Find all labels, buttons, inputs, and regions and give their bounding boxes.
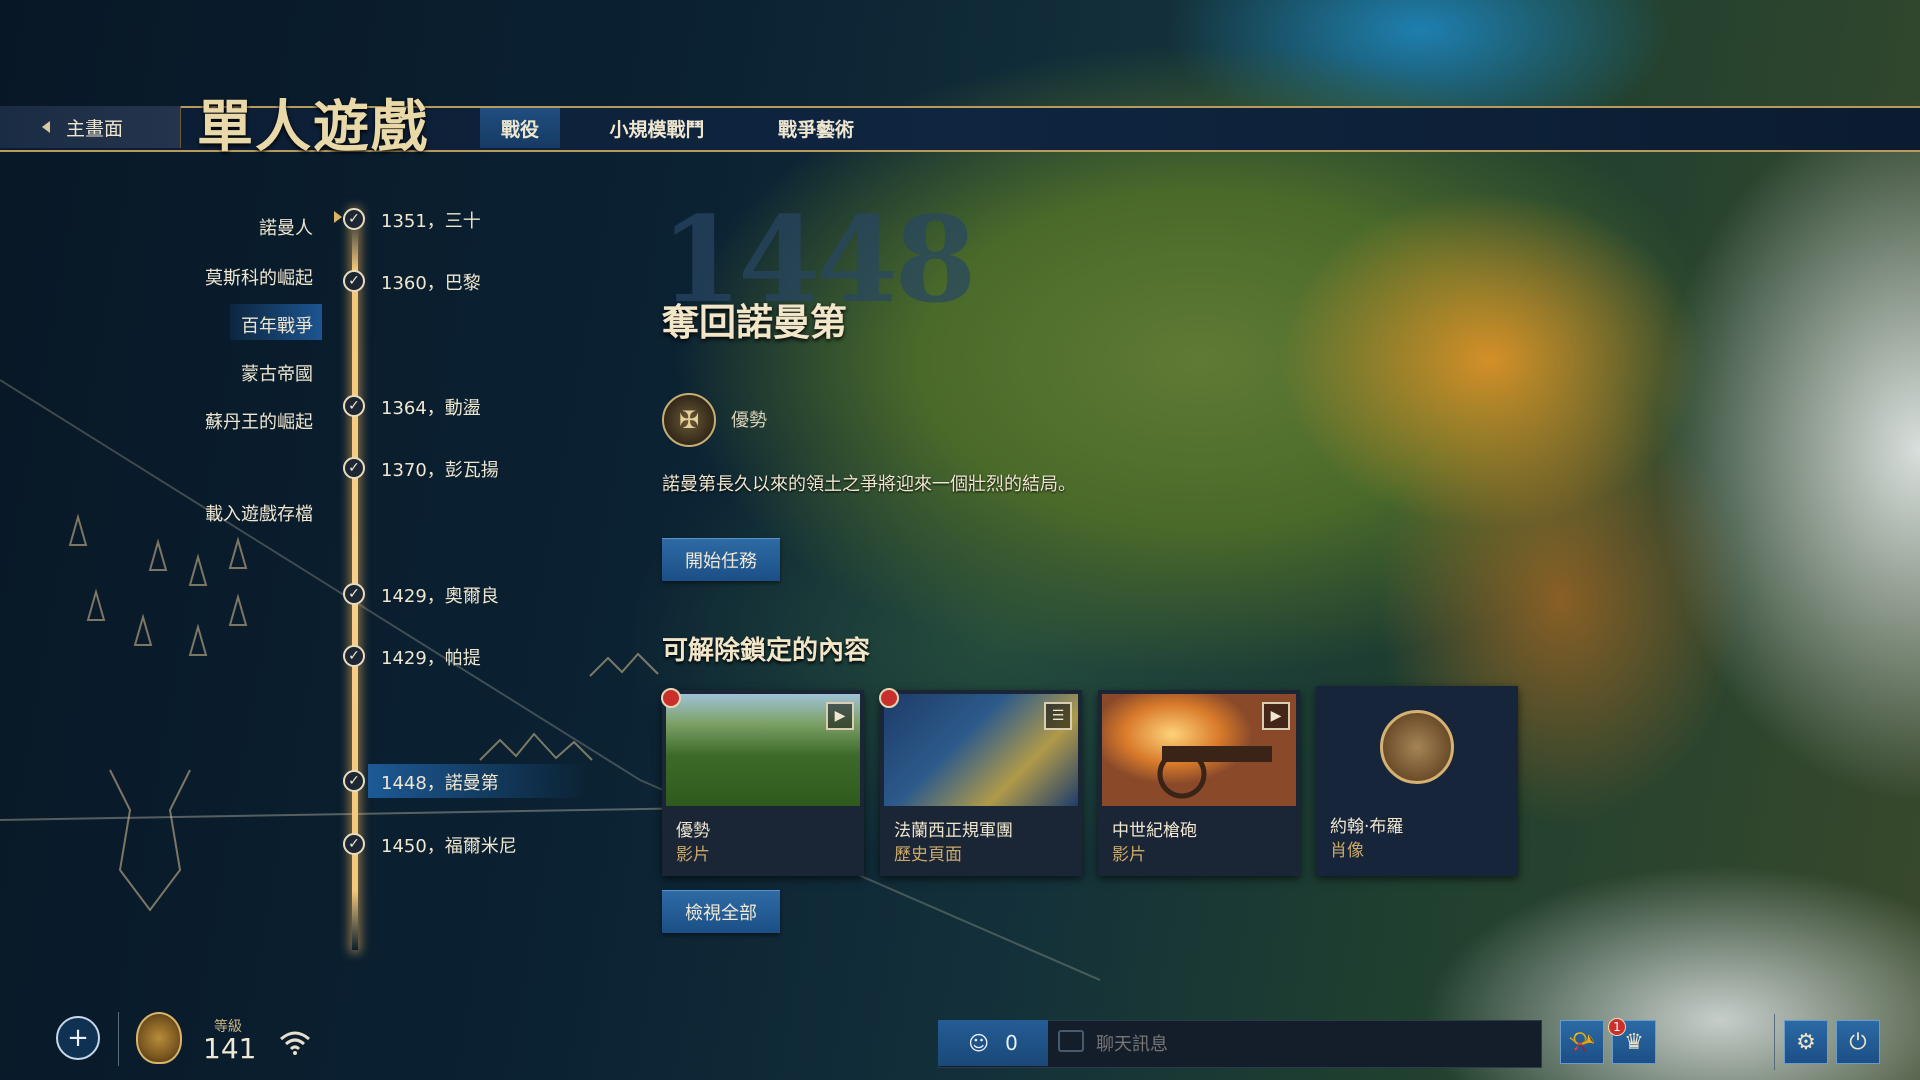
card-type: 歷史頁面 xyxy=(894,845,962,865)
current-campaign-arrow-icon xyxy=(334,211,342,223)
card-title: 約翰·布羅 xyxy=(1330,817,1404,837)
unlock-card[interactable]: ▶ 中世紀槍砲 影片 xyxy=(1098,690,1300,876)
view-all-button[interactable]: 檢視全部 xyxy=(662,890,780,933)
play-icon: ▶ xyxy=(826,702,854,730)
check-icon: ✓ xyxy=(343,395,365,417)
notification-badge: 1 xyxy=(1608,1018,1626,1036)
card-type: 影片 xyxy=(676,845,710,865)
campaign-item-hundred-years-war[interactable]: 百年戰爭 xyxy=(241,312,313,338)
mission-1450[interactable]: 1450，福爾米尼 xyxy=(381,832,517,858)
card-title: 優勢 xyxy=(676,821,710,841)
mission-1448[interactable]: 1448，諾曼第 xyxy=(381,769,499,795)
mission-1364[interactable]: 1364，動盪 xyxy=(381,394,481,420)
friends-count: 0 xyxy=(1005,1031,1018,1055)
unlockables-heading: 可解除鎖定的內容 xyxy=(662,636,871,666)
badge-label: 優勢 xyxy=(731,410,767,431)
add-icon[interactable]: + xyxy=(56,1016,100,1060)
card-type: 影片 xyxy=(1112,845,1146,865)
campaign-item-mongol-empire[interactable]: 蒙古帝國 xyxy=(241,360,313,386)
check-icon: ✓ xyxy=(343,770,365,792)
map-decoration xyxy=(0,379,1101,981)
chat-input[interactable] xyxy=(1094,1024,1538,1064)
new-indicator-icon xyxy=(661,688,681,708)
card-title: 法蘭西正規軍團 xyxy=(894,821,1013,841)
power-icon: ⏻ xyxy=(1849,1029,1867,1055)
gear-icon: ⚙ xyxy=(1796,1029,1816,1055)
card-title: 中世紀槍砲 xyxy=(1112,821,1197,841)
mission-1429-orleans[interactable]: 1429，奧爾良 xyxy=(381,582,499,608)
horn-icon: 📯 xyxy=(1568,1029,1596,1055)
check-icon: ✓ xyxy=(343,270,365,292)
wifi-icon xyxy=(280,1031,310,1055)
advantage-badge-icon: ✠ xyxy=(662,393,716,447)
mission-title: 奪回諾曼第 xyxy=(662,301,847,344)
mission-1429-patay[interactable]: 1429，帕提 xyxy=(381,644,481,670)
chat-icon xyxy=(1058,1030,1084,1052)
mission-1370[interactable]: 1370，彭瓦揚 xyxy=(381,456,499,482)
player-emblem-icon[interactable] xyxy=(136,1012,182,1064)
mission-description: 諾曼第長久以來的領土之爭將迎來一個壯烈的結局。 xyxy=(662,474,1076,495)
scroll-icon: ☰ xyxy=(1044,702,1072,730)
play-icon: ▶ xyxy=(1262,702,1290,730)
unlock-card[interactable]: 約翰·布羅 肖像 xyxy=(1316,686,1518,876)
check-icon: ✓ xyxy=(343,645,365,667)
start-mission-button[interactable]: 開始任務 xyxy=(662,538,780,581)
check-icon: ✓ xyxy=(343,457,365,479)
campaign-item-rise-of-moscow[interactable]: 莫斯科的崛起 xyxy=(205,264,313,290)
quit-button[interactable]: ⏻ xyxy=(1836,1020,1880,1064)
load-save-button[interactable]: 載入遊戲存檔 xyxy=(205,500,313,526)
check-icon: ✓ xyxy=(343,583,365,605)
campaign-item-normans[interactable]: 諾曼人 xyxy=(259,214,313,240)
settings-button[interactable]: ⚙ xyxy=(1784,1020,1828,1064)
unlock-card[interactable]: ☰ 法蘭西正規軍團 歷史頁面 xyxy=(880,690,1082,876)
mission-1360[interactable]: 1360，巴黎 xyxy=(381,269,481,295)
unlock-card[interactable]: ▶ 優勢 影片 xyxy=(662,690,864,876)
announcement-button[interactable]: 📯 xyxy=(1560,1020,1604,1064)
divider xyxy=(1774,1014,1775,1070)
check-icon: ✓ xyxy=(343,208,365,230)
new-indicator-icon xyxy=(879,688,899,708)
crown-icon: ♛ xyxy=(1624,1029,1644,1055)
mission-1351[interactable]: 1351，三十 xyxy=(381,207,481,233)
campaign-item-rise-of-sultans[interactable]: 蘇丹王的崛起 xyxy=(205,408,313,434)
friends-icon: ☺ xyxy=(968,1031,990,1055)
check-icon: ✓ xyxy=(343,833,365,855)
portrait-icon xyxy=(1380,710,1454,784)
divider xyxy=(118,1012,119,1066)
friends-button[interactable]: ☺ 0 xyxy=(938,1020,1048,1066)
level-value: 141 xyxy=(203,1032,257,1065)
card-type: 肖像 xyxy=(1330,841,1364,861)
